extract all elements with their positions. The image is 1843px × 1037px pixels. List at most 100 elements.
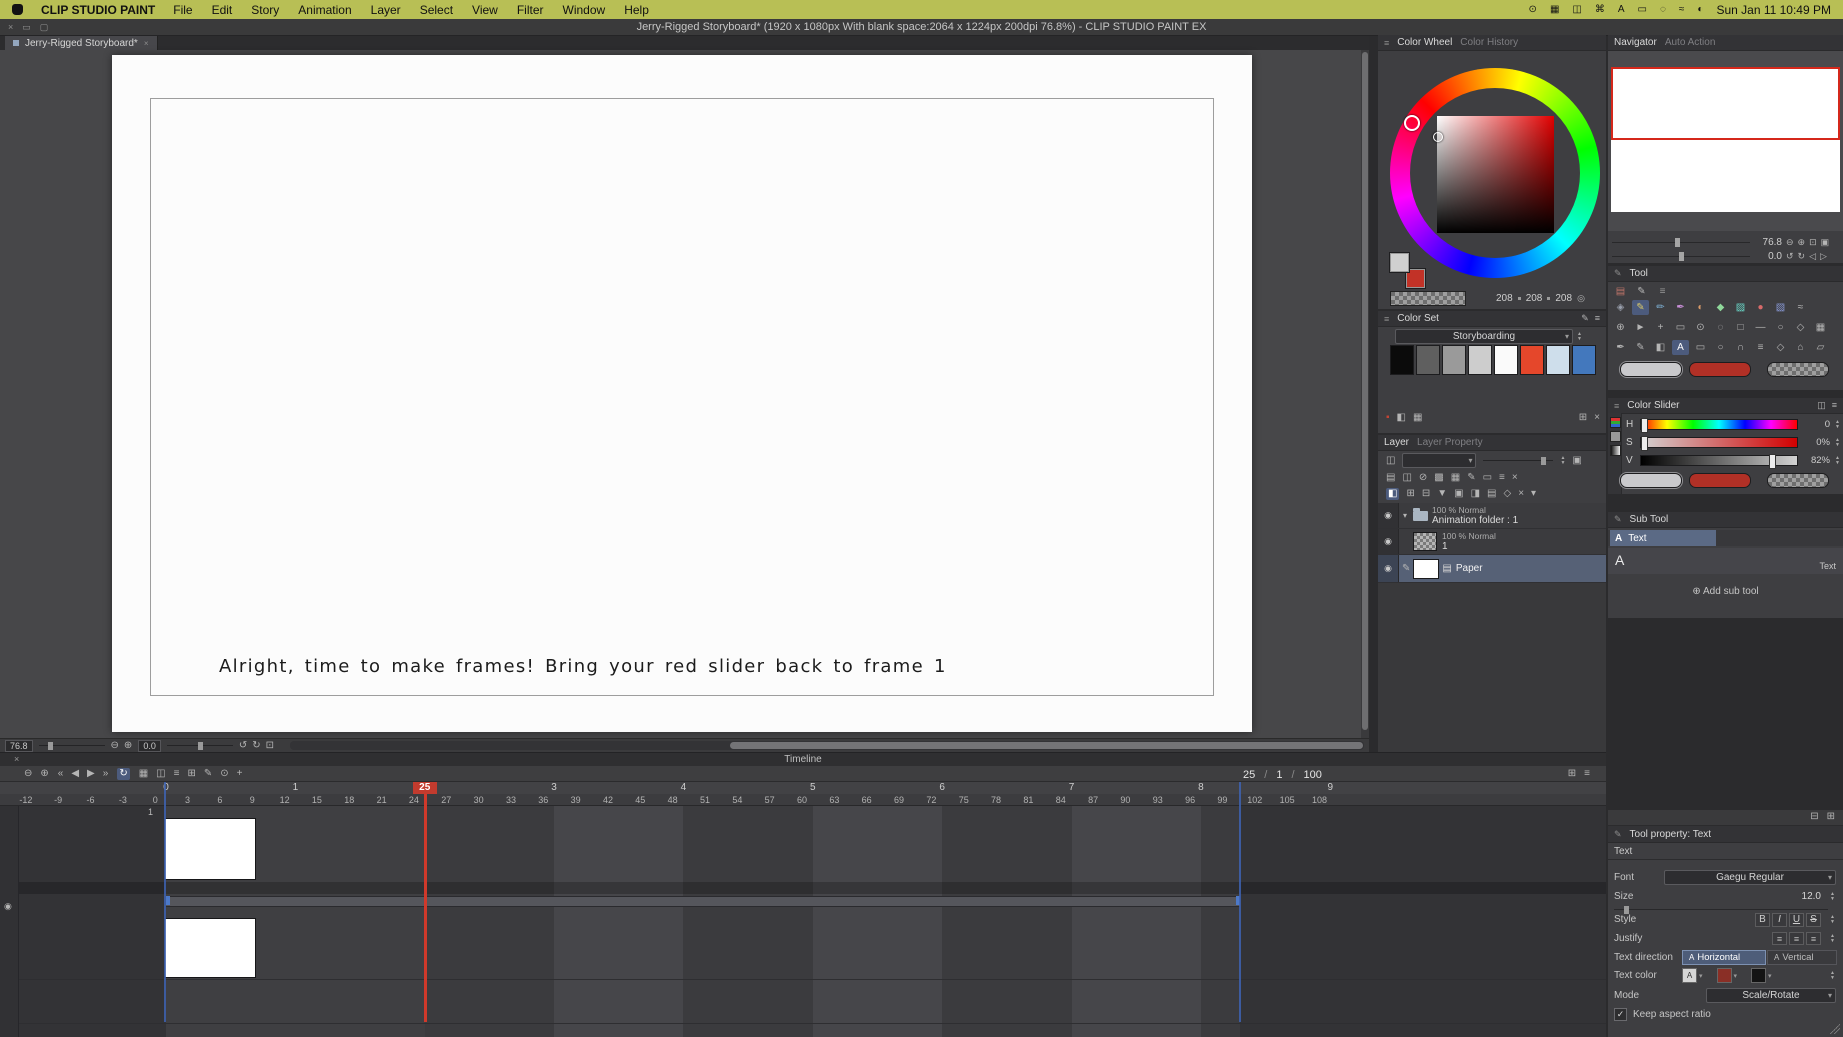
wifi-icon[interactable]: ≈ — [1679, 4, 1685, 15]
new-folder-icon[interactable]: ⊟ — [1422, 489, 1430, 499]
marquee-tool-icon[interactable]: ▭ — [1672, 320, 1689, 335]
layer-thumbnail[interactable] — [1413, 532, 1437, 551]
track-menu-icon[interactable]: ≡ — [174, 768, 180, 779]
value-value[interactable]: 82% — [1803, 455, 1830, 466]
frame-number[interactable]: 36 — [538, 795, 548, 805]
menu-bar-clock[interactable]: Sun Jan 11 10:49 PM — [1716, 3, 1831, 17]
color-swatch[interactable] — [1572, 345, 1596, 375]
frame-number[interactable]: 105 — [1280, 795, 1295, 805]
navigator-rotation-slider[interactable] — [1612, 251, 1750, 262]
palette-icon[interactable]: ▤ — [1386, 473, 1395, 483]
blend-tool-icon[interactable]: ● — [1752, 300, 1769, 315]
gradient-tool-icon[interactable]: ≈ — [1792, 300, 1809, 315]
more-icon[interactable]: ▾ — [1531, 489, 1536, 499]
go-to-start-icon[interactable]: « — [58, 768, 64, 779]
move-tool-icon[interactable]: ► — [1632, 320, 1649, 335]
clipping-icon[interactable]: ◨ — [1471, 489, 1480, 499]
frame-number[interactable]: -9 — [54, 795, 62, 805]
camera-icon[interactable]: ⊙ — [1529, 4, 1537, 15]
grid-tool-icon[interactable]: ▦ — [1812, 320, 1829, 335]
panel-resize-grip[interactable] — [1830, 1024, 1840, 1034]
frame-number[interactable]: 15 — [312, 795, 322, 805]
size-value[interactable]: 12.0 — [1802, 891, 1821, 902]
sub-color-button[interactable] — [1689, 473, 1751, 488]
ellipse-tool-icon[interactable]: ○ — [1712, 340, 1729, 355]
layer-row-cel-1[interactable]: ◉ 100 % Normal 1 — [1378, 529, 1606, 555]
sub-tool-list[interactable]: A Text — [1608, 548, 1843, 574]
enable-timeline-icon[interactable]: ◧ — [1386, 488, 1400, 500]
frame-number[interactable]: -6 — [87, 795, 95, 805]
opacity-stepper[interactable]: ▲ ▼ — [1560, 455, 1565, 466]
frame-number[interactable]: 84 — [1056, 795, 1066, 805]
fill-tool-icon[interactable]: ▧ — [1772, 300, 1789, 315]
justify-button[interactable]: ≡ — [1806, 932, 1821, 945]
panel-menu-icon[interactable]: ≡ — [1384, 38, 1389, 48]
cel-thumbnail-2[interactable] — [164, 918, 256, 978]
ink-tool-icon[interactable]: ✒ — [1612, 340, 1629, 355]
text-tool-icon[interactable]: A — [1672, 340, 1689, 355]
timeline-settings-icon[interactable]: ⊞ — [1568, 769, 1576, 779]
frame-number[interactable]: 6 — [217, 795, 222, 805]
perspective-tool-icon[interactable]: ⌂ — [1792, 340, 1809, 355]
layer-thumbnail[interactable] — [1413, 558, 1440, 579]
opacity-slider[interactable] — [1483, 456, 1554, 466]
close-tab-icon[interactable]: × — [144, 39, 149, 48]
slider-menu-icon[interactable]: ≡ — [1832, 401, 1837, 410]
start-frame-value[interactable]: 1 — [1276, 769, 1282, 781]
saturation-value-square[interactable] — [1437, 116, 1554, 233]
flip-horizontal-icon[interactable]: ◁ — [1809, 252, 1816, 261]
transfer-icon[interactable]: ◫ — [1402, 473, 1411, 483]
lasso-tool-icon[interactable]: ◌ — [1712, 320, 1729, 335]
zoom-tool-icon[interactable]: ⊕ — [1612, 320, 1629, 335]
slider-expand-icon[interactable]: ◫ — [1817, 401, 1826, 410]
justify-button[interactable]: ≡ — [1789, 932, 1804, 945]
transparent-color-button[interactable] — [1767, 473, 1829, 488]
layer-visibility-eye-icon[interactable]: ◉ — [1384, 510, 1392, 521]
color-mode-icon[interactable]: ◎ — [1577, 294, 1585, 303]
prev-frame-icon[interactable]: ◀ — [71, 768, 79, 779]
frame-number[interactable]: 30 — [474, 795, 484, 805]
blend-mode-dropdown[interactable] — [1402, 453, 1477, 468]
frame-number[interactable]: 72 — [926, 795, 936, 805]
hue-slider[interactable] — [1640, 418, 1798, 433]
hue-ring-selector[interactable] — [1404, 115, 1420, 131]
mix-color-icon[interactable]: ◧ — [1397, 413, 1406, 423]
document-tab[interactable]: Jerry-Rigged Storyboard* × — [5, 36, 158, 50]
text-input-icon[interactable]: A — [1618, 4, 1625, 15]
keep-aspect-checkbox[interactable]: ✓ — [1614, 1008, 1627, 1021]
spotlight-icon[interactable]: ◌ — [1660, 4, 1666, 15]
frame-number[interactable]: -12 — [19, 795, 32, 805]
color-set-stepper[interactable]: ▲ ▼ — [1577, 331, 1582, 342]
frame-number[interactable]: 87 — [1088, 795, 1098, 805]
pen-tool-icon[interactable]: ✎ — [1632, 300, 1649, 315]
hsv-mode-icon[interactable] — [1610, 431, 1621, 442]
layer-row-animation-folder[interactable]: ◉ ▾ 100 % Normal Animation folder : 1 — [1378, 503, 1606, 529]
style-button[interactable]: I — [1772, 912, 1787, 927]
canvas-vertical-scrollbar[interactable] — [1361, 50, 1369, 738]
color-swatch[interactable] — [1546, 345, 1570, 375]
current-frame-value[interactable]: 25 — [1243, 769, 1255, 781]
color-swatch[interactable] — [1520, 345, 1544, 375]
nav-zoom-out-icon[interactable]: ⊖ — [1786, 238, 1794, 247]
layer-visibility-eye-icon[interactable]: ◉ — [1384, 563, 1392, 574]
frame-number[interactable]: 75 — [959, 795, 969, 805]
rotate-right-icon[interactable]: ↻ — [252, 740, 260, 751]
navigator-zoom-value[interactable]: 76.8 — [1754, 237, 1782, 248]
color-swatch[interactable] — [1390, 345, 1414, 375]
canvas-horizontal-scrollbar[interactable] — [290, 741, 1364, 750]
color-swatch[interactable] — [1416, 345, 1440, 375]
navigator-view-rectangle[interactable] — [1611, 67, 1840, 140]
end-frame-value[interactable]: 100 — [1304, 769, 1322, 781]
frame-number[interactable]: 12 — [280, 795, 290, 805]
opacity-icon[interactable]: ▣ — [1572, 455, 1581, 466]
frame-number[interactable]: 48 — [668, 795, 678, 805]
nav-zoom-in-icon[interactable]: ⊕ — [1798, 238, 1806, 247]
menu-item[interactable]: Layer — [371, 3, 401, 17]
panel-menu-icon[interactable]: ≡ — [1614, 401, 1619, 411]
main-color-button[interactable] — [1620, 473, 1682, 488]
actual-size-icon[interactable]: ▣ — [1821, 238, 1830, 247]
cel-thumbnail-1[interactable] — [164, 818, 256, 880]
circle-tool-icon[interactable]: ○ — [1772, 320, 1789, 335]
tab-layer[interactable]: Layer — [1384, 437, 1409, 448]
timeline-seconds-ruler[interactable]: 013456789 — [0, 782, 1606, 794]
